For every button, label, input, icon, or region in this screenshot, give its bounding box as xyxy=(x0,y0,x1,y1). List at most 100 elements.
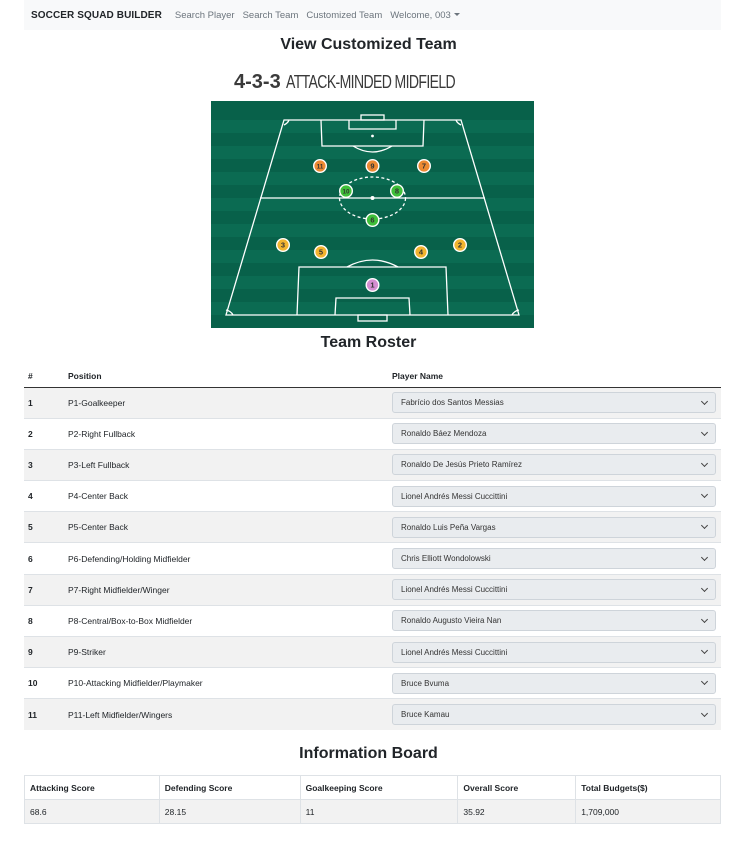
info-header-cell: Overall Score xyxy=(457,775,577,800)
pitch-diagram: 1 2 3 4 5 6 7 8 9 10 11 xyxy=(211,101,534,328)
chevron-down-icon xyxy=(700,584,709,592)
chevron-down-icon xyxy=(700,459,709,468)
player-select[interactable]: Fabrício dos Santos Messias xyxy=(392,392,716,414)
player-select[interactable]: Ronaldo Luis Peña Vargas xyxy=(392,516,716,538)
player-marker-number: 1 xyxy=(370,281,374,290)
roster-row: 2 P2-Right Fullback Ronaldo Báez Mendoza xyxy=(24,417,721,450)
player-marker-number: 8 xyxy=(395,187,399,196)
row-number: 1 xyxy=(24,386,68,419)
chevron-down-icon xyxy=(700,647,709,655)
nav-search-team[interactable]: Search Team xyxy=(243,10,299,21)
player-select-value: Ronaldo De Jesús Prieto Ramírez xyxy=(401,460,522,470)
nav-customized-team[interactable]: Customized Team xyxy=(306,10,382,21)
player-select[interactable]: Lionel Andrés Messi Cuccittini xyxy=(392,485,716,507)
row-position: P4-Center Back xyxy=(68,480,392,512)
row-position: P7-Right Midfielder/Winger xyxy=(68,573,392,606)
row-number: 6 xyxy=(24,542,68,575)
player-marker-1: 1 xyxy=(365,277,380,292)
formation-name: ATTACK-MINDED MIDFIELD xyxy=(286,72,456,92)
player-marker-7: 7 xyxy=(416,159,431,174)
nav-search-player[interactable]: Search Player xyxy=(175,10,235,21)
info-board-title: Information Board xyxy=(299,745,438,762)
player-select[interactable]: Ronaldo De Jesús Prieto Ramírez xyxy=(392,454,716,476)
chevron-down-icon xyxy=(700,678,709,686)
player-marker-number: 7 xyxy=(422,162,426,171)
roster-row: 3 P3-Left Fullback Ronaldo De Jesús Prieto… xyxy=(24,448,721,481)
player-select[interactable]: Bruce Bvuma xyxy=(392,672,716,694)
info-value-cell: 68.6 xyxy=(24,799,160,824)
player-marker-3: 3 xyxy=(275,237,290,252)
roster-row: 10 P10-Attacking Midfielder/Playmaker Bruc… xyxy=(24,667,721,699)
player-marker-6: 6 xyxy=(365,212,380,227)
row-position: P2-Right Fullback xyxy=(68,417,392,450)
row-number: 3 xyxy=(24,448,68,481)
header-number: # xyxy=(24,365,68,388)
chevron-down-icon xyxy=(700,709,709,717)
player-select[interactable]: Lionel Andrés Messi Cuccittini xyxy=(392,579,716,601)
row-position: P8-Central/Box-to-Box Midfielder xyxy=(68,604,392,637)
header-player-name: Player Name xyxy=(392,365,721,388)
user-menu-label: Welcome, 003 xyxy=(390,9,451,21)
info-value-cell: 11 xyxy=(299,799,459,824)
formation-title: 4-3-3 ATTACK-MINDED MIDFIELD xyxy=(0,71,737,94)
roster-row: 8 P8-Central/Box-to-Box Midfielder Ronaldo… xyxy=(24,604,721,637)
chevron-down-icon xyxy=(700,553,709,561)
player-select[interactable]: Lionel Andrés Messi Cuccittini xyxy=(392,641,716,663)
chevron-down-icon xyxy=(700,615,709,623)
player-select[interactable]: Ronaldo Augusto Vieira Nan xyxy=(392,610,716,632)
info-value-cell: 28.15 xyxy=(158,799,301,824)
player-select[interactable]: Bruce Kamau xyxy=(392,704,716,726)
player-select-value: Chris Elliott Wondolowski xyxy=(401,554,491,564)
roster-row: 9 P9-Striker Lionel Andrés Messi Cuccittin… xyxy=(24,635,721,668)
player-marker-8: 8 xyxy=(389,183,404,198)
caret-down-icon xyxy=(453,12,460,16)
roster-row: 11 P11-Left Midfielder/Wingers Bruce Kamau xyxy=(24,698,721,731)
player-select[interactable]: Ronaldo Báez Mendoza xyxy=(392,423,716,445)
formation-number: 4-3-3 xyxy=(234,71,281,93)
row-number: 10 xyxy=(24,667,68,699)
info-value-cell: 35.92 xyxy=(457,799,577,824)
row-position: P10-Attacking Midfielder/Playmaker xyxy=(68,667,392,699)
player-marker-9: 9 xyxy=(365,159,380,174)
player-marker-number: 5 xyxy=(319,248,323,257)
roster-row: 5 P5-Center Back Ronaldo Luis Peña Vargas xyxy=(24,511,721,543)
player-select-value: Lionel Andrés Messi Cuccittini xyxy=(401,491,508,501)
row-number: 5 xyxy=(24,511,68,543)
chevron-down-icon xyxy=(700,428,709,436)
row-number: 2 xyxy=(24,417,68,450)
chevron-down-icon xyxy=(700,491,709,499)
user-menu-dropdown[interactable]: Welcome, 003 xyxy=(390,10,460,21)
row-position: P9-Striker xyxy=(68,635,392,668)
page-title: View Customized Team xyxy=(280,36,457,53)
player-select[interactable]: Chris Elliott Wondolowski xyxy=(392,548,716,570)
row-number: 7 xyxy=(24,573,68,606)
player-select-value: Lionel Andrés Messi Cuccittini xyxy=(401,647,508,657)
roster-table: # Position Player Name 1 P1-Goalkeeper Fab… xyxy=(24,365,721,731)
row-position: P11-Left Midfielder/Wingers xyxy=(68,698,392,731)
chevron-down-icon xyxy=(700,397,709,405)
info-header-cell: Attacking Score xyxy=(24,775,160,800)
player-select-value: Bruce Kamau xyxy=(401,710,450,720)
player-marker-number: 6 xyxy=(370,216,374,225)
row-position: P1-Goalkeeper xyxy=(68,386,392,419)
player-select-value: Ronaldo Báez Mendoza xyxy=(401,429,487,439)
player-select-value: Ronaldo Augusto Vieira Nan xyxy=(401,616,502,626)
player-select-value: Ronaldo Luis Peña Vargas xyxy=(401,522,496,532)
roster-row: 7 P7-Right Midfielder/Winger Lionel Andrés… xyxy=(24,573,721,606)
row-number: 9 xyxy=(24,635,68,668)
navbar: SOCCER SQUAD BUILDER Search Player Searc… xyxy=(24,0,721,30)
brand-logo[interactable]: SOCCER SQUAD BUILDER xyxy=(31,10,162,21)
info-board-table: Attacking Score Defending Score Goalkeepin… xyxy=(24,775,721,824)
chevron-down-icon xyxy=(700,522,709,530)
player-marker-10: 10 xyxy=(338,183,353,198)
info-values-row: 68.6 28.15 11 35.92 1,709,000 xyxy=(24,799,721,824)
info-header-row: Attacking Score Defending Score Goalkeepin… xyxy=(24,775,721,800)
row-number: 11 xyxy=(24,698,68,731)
info-value-cell: 1,709,000 xyxy=(575,799,721,824)
player-marker-number: 10 xyxy=(343,189,350,196)
player-select-value: Bruce Bvuma xyxy=(401,678,450,688)
player-marker-2: 2 xyxy=(452,237,467,252)
player-marker-number: 9 xyxy=(370,162,374,171)
player-select-value: Fabrício dos Santos Messias xyxy=(401,398,504,408)
info-header-cell: Defending Score xyxy=(158,775,301,800)
